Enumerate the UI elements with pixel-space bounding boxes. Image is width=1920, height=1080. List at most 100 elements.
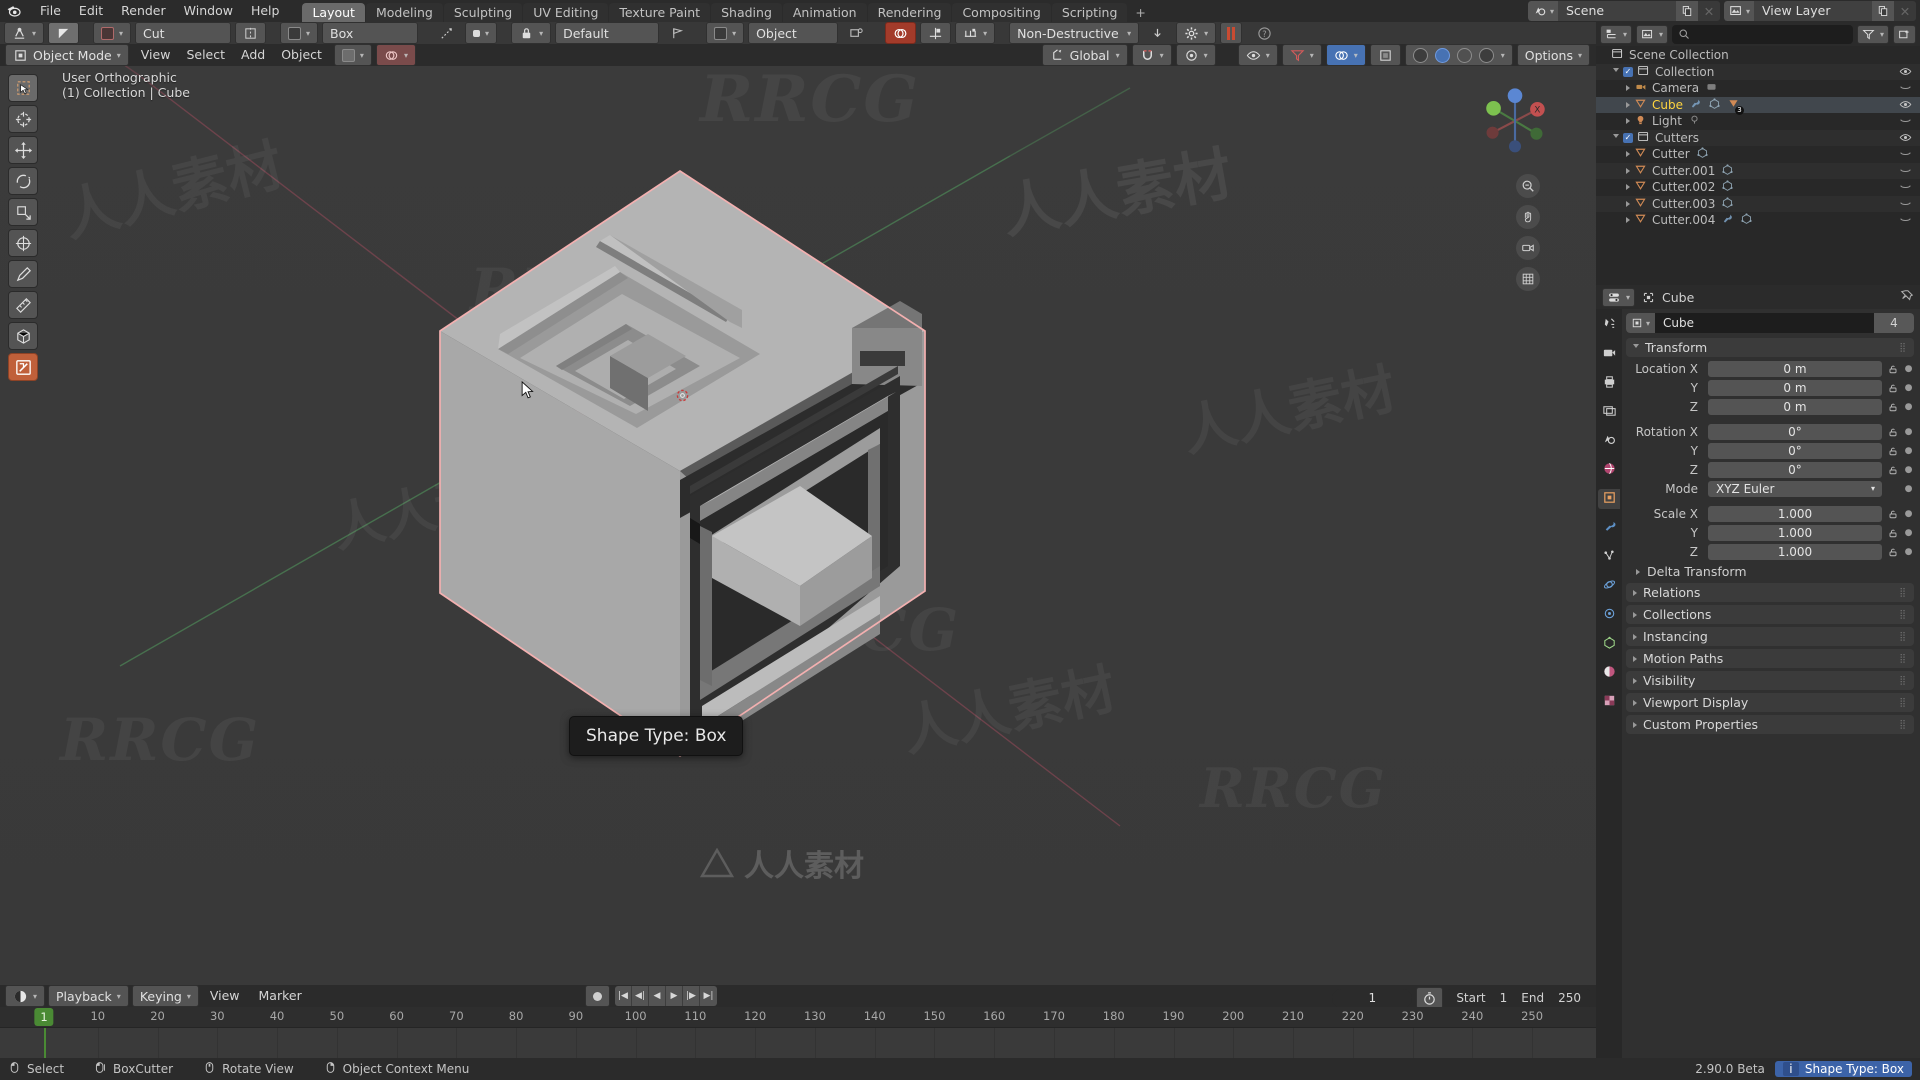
live-boolean-icon[interactable] — [885, 22, 917, 44]
outliner-row-collection[interactable]: ✓ Collection — [1596, 63, 1920, 80]
visibility-eye-closed-icon[interactable] — [1899, 164, 1912, 180]
timeline-ruler[interactable]: 1 10 20 30 40 50 60 70 80 90 100 110 120 130 140 150 160… — [0, 1007, 1596, 1028]
workspace-tab-scripting[interactable]: Scripting — [1051, 3, 1128, 22]
shading-rendered[interactable] — [1478, 47, 1494, 63]
outliner-display-icon[interactable]: ▾ — [1600, 24, 1633, 44]
axis-swatch[interactable]: ▾ — [706, 22, 745, 44]
axis-field[interactable]: Object — [748, 22, 839, 44]
visibility-eye-icon[interactable] — [1899, 98, 1912, 114]
workspace-tab-compositing[interactable]: Compositing — [952, 3, 1051, 22]
delta-transform-subpanel[interactable]: Delta Transform — [1626, 562, 1914, 581]
next-keyframe-icon[interactable]: |▶ — [683, 986, 700, 1006]
annotate-tool[interactable] — [8, 260, 38, 288]
chevron-right-icon[interactable] — [1626, 85, 1630, 92]
lock-icon[interactable] — [1886, 401, 1899, 413]
object-name-value[interactable]: Cube — [1655, 316, 1874, 330]
outliner-row-cutter-001[interactable]: Cutter.001 — [1596, 162, 1920, 180]
field-value[interactable]: 0 m — [1708, 398, 1882, 415]
overlays-toggle[interactable]: ▾ — [1325, 44, 1366, 66]
modifier-tab[interactable] — [1598, 518, 1620, 538]
workspace-tab-rendering[interactable]: Rendering — [867, 3, 952, 22]
visibility-eye-icon[interactable] — [1899, 131, 1912, 147]
field-value[interactable]: 1.000 — [1708, 543, 1882, 560]
lock-icon[interactable] — [1886, 527, 1899, 539]
prev-keyframe-icon[interactable]: ◀| — [632, 986, 649, 1006]
workspace-tab-animation[interactable]: Animation — [782, 3, 867, 22]
outliner-row-cutter-004[interactable]: Cutter.004 — [1596, 212, 1920, 229]
pan-hand-icon[interactable] — [1516, 205, 1540, 229]
field-value[interactable]: 0 m — [1708, 360, 1882, 377]
xray-toggle[interactable] — [1369, 44, 1401, 66]
shading-material-preview[interactable] — [1456, 47, 1472, 63]
panel-visibility[interactable]: Visibility ⣿ — [1626, 671, 1914, 690]
chevron-right-icon[interactable] — [1626, 200, 1630, 207]
workspace-tab-shading[interactable]: Shading — [711, 3, 782, 22]
outliner-row-cube[interactable]: Cube 3 — [1596, 96, 1920, 115]
chevron-down-icon[interactable] — [1613, 134, 1619, 141]
tool-tab[interactable] — [1598, 315, 1620, 335]
pin-icon[interactable] — [1900, 289, 1914, 306]
frame-range-fields[interactable]: Start 1 End 250 — [1447, 988, 1590, 1008]
chevron-right-icon[interactable] — [1626, 101, 1630, 108]
new-scene-button[interactable] — [1675, 1, 1698, 21]
output-tab[interactable] — [1598, 373, 1620, 393]
lock-button[interactable]: ▾ — [511, 22, 552, 44]
outliner-row-cutter-003[interactable]: Cutter.003 — [1596, 195, 1920, 213]
visibility-eye-closed-icon[interactable] — [1899, 213, 1912, 229]
particles-tab[interactable] — [1598, 547, 1620, 567]
viewport-menu-view[interactable]: View — [133, 45, 179, 65]
move-tool[interactable] — [8, 136, 38, 164]
outliner-search-input[interactable] — [1672, 24, 1853, 44]
chevron-right-icon[interactable] — [1626, 184, 1630, 191]
play-reverse-icon[interactable]: ◀ — [649, 986, 666, 1006]
blender-logo-icon[interactable] — [5, 2, 23, 20]
panel-instancing[interactable]: Instancing ⣿ — [1626, 627, 1914, 646]
camera-data-icon[interactable] — [1705, 80, 1718, 96]
timeline-editor[interactable]: 1 10 20 30 40 50 60 70 80 90 100 110 120 130 140 150 160… — [0, 1007, 1596, 1058]
shape-swatch[interactable]: ▾ — [280, 22, 319, 44]
scale-tool[interactable] — [8, 198, 38, 226]
remove-view-layer-button[interactable]: ✕ — [1894, 1, 1916, 21]
chevron-right-icon[interactable] — [1626, 118, 1630, 125]
panel-grip[interactable]: ⣿ — [1899, 610, 1907, 620]
animate-property-icon[interactable]: ● — [1903, 547, 1914, 557]
outliner-row-light[interactable]: Light — [1596, 113, 1920, 130]
mesh-data-icon[interactable] — [1740, 212, 1753, 228]
panel-grip[interactable]: ⣿ — [1899, 720, 1907, 730]
field-value[interactable]: 1.000 — [1708, 524, 1882, 541]
viewport-menu-select[interactable]: Select — [178, 45, 233, 65]
chevron-right-icon[interactable] — [1626, 167, 1630, 174]
shading-mode-group[interactable]: ▾ — [1404, 44, 1513, 66]
transform-orientation-selector[interactable]: Global ▾ — [1041, 44, 1128, 66]
shading-wireframe[interactable] — [1412, 47, 1428, 63]
outliner-tree[interactable]: Scene Collection ✓ Collection Camera Cube 3 Li… — [1596, 46, 1920, 229]
flag-icon[interactable] — [663, 22, 692, 44]
scene-name[interactable]: Scene — [1557, 1, 1676, 21]
zoom-icon[interactable] — [1516, 174, 1540, 198]
field-value[interactable]: 1.000 — [1708, 505, 1882, 522]
view-layer-tab[interactable] — [1598, 402, 1620, 422]
stopwatch-icon[interactable] — [1416, 987, 1444, 1009]
animate-property-icon[interactable]: ● — [1903, 446, 1914, 456]
mesh-data-icon[interactable] — [1696, 146, 1709, 162]
new-view-layer-button[interactable] — [1872, 1, 1894, 21]
field-value[interactable]: 0° — [1708, 423, 1882, 440]
panel-grip[interactable]: ⣿ — [1899, 654, 1907, 664]
gear-icon[interactable]: ▾ — [1176, 22, 1217, 44]
navigation-gizmo[interactable]: X — [1476, 82, 1554, 160]
object-id-row[interactable]: ▾ Cube 4 — [1626, 313, 1914, 333]
timeline-editor-icon[interactable]: ▾ — [5, 985, 46, 1007]
view-layer-name[interactable]: View Layer — [1754, 1, 1872, 21]
visibility-eye-closed-icon[interactable] — [1899, 197, 1912, 213]
world-tab[interactable] — [1598, 460, 1620, 480]
animate-property-icon[interactable]: ● — [1903, 465, 1914, 475]
boxcutter-mode-icon[interactable]: ▾ — [4, 22, 45, 44]
scene-tab[interactable] — [1598, 431, 1620, 451]
lock-icon[interactable] — [1886, 363, 1899, 375]
outliner-row-camera[interactable]: Camera — [1596, 80, 1920, 97]
animate-property-icon[interactable]: ● — [1903, 383, 1914, 393]
mirror-icon[interactable] — [235, 22, 267, 44]
lock-icon[interactable] — [1886, 464, 1899, 476]
top-menu-window[interactable]: Window — [175, 1, 242, 21]
timeline-menu-marker[interactable]: Marker — [251, 986, 310, 1006]
